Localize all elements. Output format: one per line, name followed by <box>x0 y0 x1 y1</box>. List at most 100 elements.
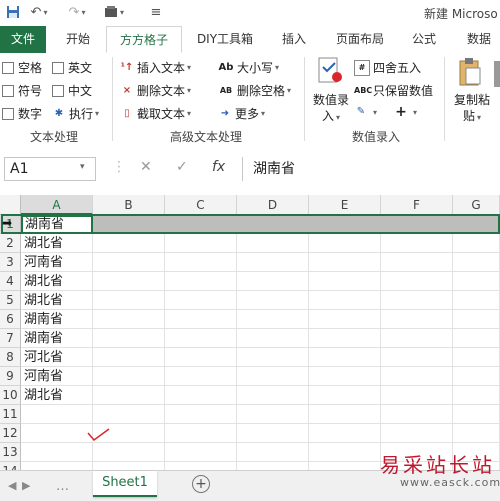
row-header[interactable]: 2 <box>0 234 21 253</box>
tab-fangfang[interactable]: 方方格子 <box>106 26 182 53</box>
insert-text-label: 插入文本 <box>137 61 186 75</box>
checkbox-icon[interactable] <box>52 61 64 74</box>
delete-text-button[interactable]: × 删除文本 ▾ <box>120 82 191 99</box>
chevron-down-icon: ▾ <box>95 109 100 118</box>
round-button[interactable]: # 四舍五入 <box>354 59 421 76</box>
checkbox-number[interactable]: 数字 <box>2 105 42 122</box>
more-button[interactable]: ➜ 更多 ▾ <box>218 105 265 122</box>
row-header[interactable]: 13 <box>0 443 21 462</box>
column-header[interactable]: D <box>237 195 309 215</box>
enter-icon[interactable]: ✓ <box>176 159 188 175</box>
window-title: 新建 Microso <box>424 7 498 21</box>
sheet-nav-next-icon[interactable]: ▶ <box>22 479 30 492</box>
edit-options-button[interactable]: ✎ ▾ <box>354 105 377 119</box>
row-header[interactable]: 5 <box>0 291 21 310</box>
cell-a5[interactable]: 湖北省 <box>21 291 93 310</box>
cell-a4[interactable]: 湖北省 <box>21 272 93 291</box>
extract-text-icon: ▯ <box>124 107 130 119</box>
cell-a3[interactable]: 河南省 <box>21 253 93 272</box>
cell-a10[interactable]: 湖北省 <box>21 386 93 405</box>
tab-page-layout[interactable]: 页面布局 <box>328 26 392 53</box>
row-header[interactable]: 7 <box>0 329 21 348</box>
extract-text-label: 截取文本 <box>137 107 186 121</box>
execute-button[interactable]: ✱ 执行 ▾ <box>52 105 99 122</box>
chevron-down-icon: ▾ <box>336 113 341 122</box>
row-header[interactable]: 3 <box>0 253 21 272</box>
tab-insert[interactable]: 插入 <box>274 26 314 53</box>
checkbox-space[interactable]: 空格 <box>2 59 42 76</box>
drag-handle-icon[interactable]: ⋮ <box>112 159 126 175</box>
row-header[interactable]: 4 <box>0 272 21 291</box>
cell-a6[interactable]: 湖南省 <box>21 310 93 329</box>
chevron-down-icon: ▾ <box>187 63 192 72</box>
remove-spaces-button[interactable]: AB 删除空格 ▾ <box>218 82 291 99</box>
group-label-advanced: 高级文本处理 <box>170 130 243 144</box>
checkbox-label: 中文 <box>68 84 93 98</box>
cell-a2[interactable]: 湖北省 <box>21 234 93 253</box>
chevron-down-icon: ▾ <box>373 107 378 117</box>
column-header[interactable]: B <box>93 195 165 215</box>
chevron-down-icon: ▾ <box>477 113 482 122</box>
checkbox-icon[interactable] <box>2 84 14 97</box>
column-header[interactable]: E <box>309 195 381 215</box>
customize-icon[interactable]: ▾ <box>100 3 128 21</box>
round-icon: # <box>354 59 370 76</box>
column-header[interactable]: A <box>21 195 93 215</box>
row-header[interactable]: 9 <box>0 367 21 386</box>
sheet-nav-more-icon[interactable]: … <box>56 479 69 494</box>
row-header[interactable]: 12 <box>0 424 21 443</box>
numeric-input-label-1: 数值录 <box>312 93 349 107</box>
checkbox-symbol[interactable]: 符号 <box>2 82 42 99</box>
round-label: 四舍五入 <box>373 61 422 75</box>
checkbox-label: 空格 <box>18 61 43 75</box>
worksheet-grid[interactable]: ABCDEFG 1234567891011121314 湖南省湖北省河南省湖北省… <box>0 195 500 481</box>
column-header[interactable]: F <box>381 195 453 215</box>
insert-text-button[interactable]: ¹↑ 插入文本 ▾ <box>120 59 191 76</box>
row-header[interactable]: 10 <box>0 386 21 405</box>
row-header[interactable]: 11 <box>0 405 21 424</box>
undo-icon[interactable]: ↶ ▾ <box>28 3 50 21</box>
execute-icon: ✱ <box>54 107 64 119</box>
insert-text-icon: ¹↑ <box>120 61 134 73</box>
checkbox-icon[interactable] <box>52 84 64 97</box>
copy-paste-button[interactable]: 复制粘 贴 ▾ <box>450 57 494 127</box>
cell-a1[interactable]: 湖南省 <box>21 215 93 234</box>
name-box-dropdown-icon[interactable]: ▾ <box>80 162 85 172</box>
cell-a8[interactable]: 河北省 <box>21 348 93 367</box>
sheet-tab[interactable]: Sheet1 <box>93 471 157 497</box>
column-header[interactable]: C <box>165 195 237 215</box>
cell-a7[interactable]: 湖南省 <box>21 329 93 348</box>
checkbox-chinese[interactable]: 中文 <box>52 82 92 99</box>
case-button[interactable]: Ab 大小写 ▾ <box>218 59 279 76</box>
save-icon[interactable] <box>2 3 24 21</box>
cell-a9[interactable]: 河南省 <box>21 367 93 386</box>
row-header[interactable]: 8 <box>0 348 21 367</box>
row-header[interactable]: 6 <box>0 310 21 329</box>
numeric-input-icon <box>318 57 342 83</box>
edit-icon: ✎ <box>356 106 366 117</box>
numeric-input-button[interactable]: 数值录 入 ▾ <box>310 57 352 127</box>
tab-data[interactable]: 数据 <box>458 26 500 53</box>
qat-more-icon[interactable]: ≡ <box>148 3 164 21</box>
checkbox-english[interactable]: 英文 <box>52 59 92 76</box>
checkbox-icon[interactable] <box>2 61 14 74</box>
insert-function-icon[interactable]: fx <box>212 159 225 175</box>
add-sheet-icon[interactable]: + <box>192 475 210 493</box>
redo-icon[interactable]: ↷ ▾ <box>66 3 88 21</box>
copy-paste-label-2-text: 贴 <box>462 109 475 123</box>
select-all-corner[interactable] <box>0 195 21 215</box>
cancel-icon[interactable]: ✕ <box>140 159 152 175</box>
tab-formulas[interactable]: 公式 <box>404 26 444 53</box>
checkbox-icon[interactable] <box>2 107 14 120</box>
formula-input[interactable]: 湖南省 <box>242 157 500 181</box>
column-header[interactable]: G <box>453 195 500 215</box>
tab-file[interactable]: 文件 <box>0 26 46 53</box>
add-button[interactable]: + ▾ <box>394 105 417 119</box>
red-check-mark-icon <box>87 428 110 442</box>
keep-values-button[interactable]: ABC 只保留数值 <box>354 82 433 99</box>
checkbox-label: 数字 <box>18 107 43 121</box>
tab-home[interactable]: 开始 <box>56 26 100 53</box>
tab-diy[interactable]: DIY工具箱 <box>190 26 260 53</box>
sheet-nav-prev-icon[interactable]: ◀ <box>8 479 16 492</box>
extract-text-button[interactable]: ▯ 截取文本 ▾ <box>120 105 191 122</box>
